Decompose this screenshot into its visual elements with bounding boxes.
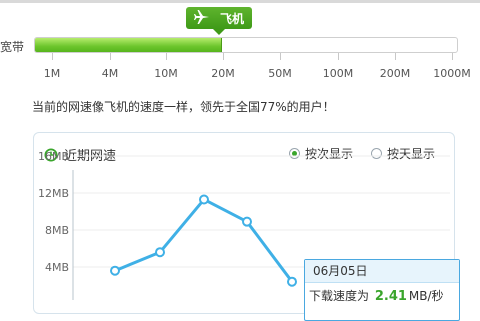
tooltip-label: 下载速度为 (309, 289, 370, 303)
data-point (287, 276, 297, 287)
tooltip-body: 下载速度为 2.41 MB/秒 (305, 283, 459, 304)
data-point (155, 247, 165, 258)
y-tick-label: 16MB (38, 150, 69, 163)
recent-speed-chart: 16MB 12MB 8MB 4MB (38, 150, 450, 300)
tooltip-unit: MB/秒 (408, 289, 444, 303)
series-line (114, 197, 294, 283)
y-tick-label: 8MB (45, 224, 69, 237)
y-tick-label: 12MB (38, 187, 69, 200)
y-tick-label: 4MB (45, 261, 69, 274)
data-point (110, 265, 120, 276)
tooltip-value: 2.41 (374, 289, 407, 304)
speed-tooltip: 06月05日 下载速度为 2.41 MB/秒 (304, 259, 460, 321)
data-point (242, 216, 252, 227)
data-point (199, 194, 209, 205)
tooltip-date: 06月05日 (305, 260, 459, 283)
